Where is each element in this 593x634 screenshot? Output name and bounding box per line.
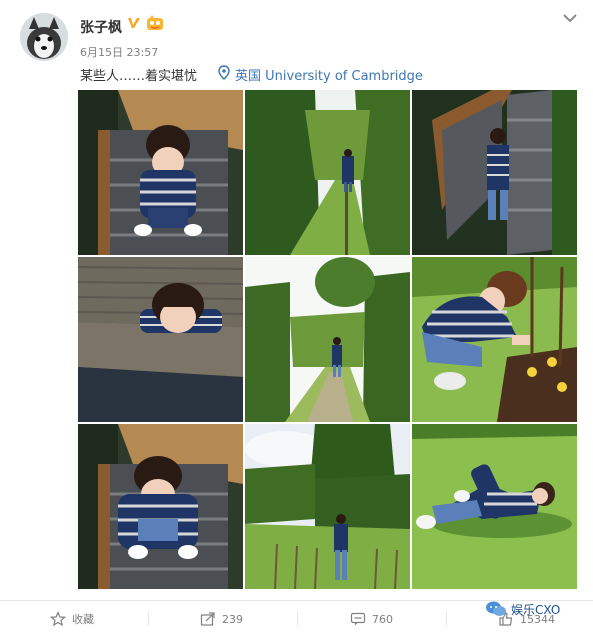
photo-2[interactable] <box>245 90 410 255</box>
photo-1[interactable] <box>78 90 243 255</box>
photo-8[interactable] <box>245 424 410 589</box>
footer-separator <box>148 612 149 626</box>
footer-separator <box>297 612 298 626</box>
post-timestamp[interactable]: 6月15日 23:57 <box>80 44 158 60</box>
location-link[interactable]: 英国 University of Cambridge <box>235 65 423 84</box>
location-pin-icon <box>218 65 230 80</box>
photo-grid <box>78 90 578 590</box>
username[interactable]: 张子枫 <box>80 17 122 37</box>
comment-button[interactable]: 760 <box>350 610 393 628</box>
photo-9[interactable] <box>412 424 577 589</box>
photo-5[interactable] <box>245 257 410 422</box>
dog-avatar-image <box>20 13 68 61</box>
favorite-label: 收藏 <box>72 613 94 626</box>
favorite-button[interactable]: 收藏 <box>50 610 94 628</box>
post-text: 某些人……着实堪忧 <box>80 69 198 84</box>
vip-badge-icon <box>147 15 163 30</box>
verified-v-icon <box>128 18 140 28</box>
share-icon <box>200 612 215 626</box>
wechat-watermark: 娱乐CXO <box>485 598 585 620</box>
photo-3[interactable] <box>412 90 577 255</box>
comment-icon <box>350 612 366 626</box>
avatar[interactable] <box>20 13 68 61</box>
footer-separator <box>446 612 447 626</box>
photo-4[interactable] <box>78 257 243 422</box>
comment-count: 760 <box>372 612 393 626</box>
watermark-text: 娱乐CXO <box>511 602 561 617</box>
repost-button[interactable]: 239 <box>200 610 243 628</box>
repost-count: 239 <box>222 612 243 626</box>
star-icon <box>50 611 66 627</box>
wechat-icon <box>486 601 506 616</box>
photo-6[interactable] <box>412 257 577 422</box>
chevron-down-icon[interactable] <box>562 12 578 24</box>
photo-7[interactable] <box>78 424 243 589</box>
